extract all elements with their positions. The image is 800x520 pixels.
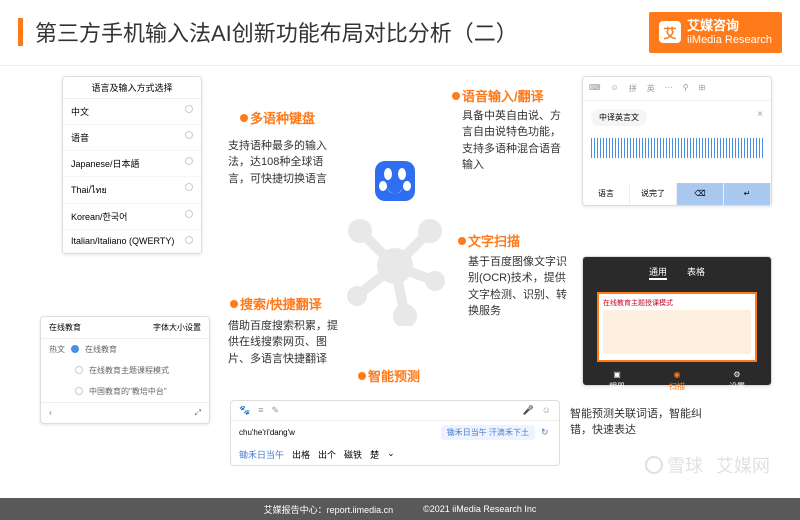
diagram-stage: 多语种键盘 支持语种最多的输入法，达108种全球语言，可快捷切换语言 语音输入/… (0, 66, 800, 506)
feature-desc-voice: 具备中英自由说、方言自由说特色功能，支持多语种混合语音输入 (462, 108, 562, 174)
source-text: 艾媒报告中心：report.iimedia.cn (264, 503, 394, 516)
candidate[interactable]: 出个 (318, 448, 336, 461)
header: 第三方手机输入法AI创新功能布局对比分析（二） 艾 艾媒咨询 iiMedia R… (0, 0, 800, 66)
scan-button[interactable]: ◉扫描 (669, 370, 685, 392)
voice-icon[interactable]: 🎤 (523, 405, 534, 416)
expand-icon[interactable]: ⌄ (387, 448, 395, 461)
waveform (591, 138, 763, 158)
close-icon[interactable]: × (757, 109, 763, 120)
tab-pinyin[interactable]: 拼 (629, 83, 637, 94)
lang-row[interactable]: Italian/Italiano (QWERTY) (63, 230, 201, 253)
baidu-mini-icon[interactable]: 🐾 (239, 405, 250, 416)
dot-icon (452, 92, 460, 100)
ocr-tab-table[interactable]: 表格 (687, 265, 705, 280)
voice-panel: ⌨ ☺ 拼 英 ⋯ ⚲ ⊞ 中译英言文 × 语言 说完了 ⌫ ↵ (582, 76, 772, 206)
panel-header: 语言及输入方式选择 (63, 77, 201, 99)
ime-candidate-bar: 🐾 ≡ ✎ 🎤 ☺ chu'he'ri'dang'w 锄禾日当午 汗滴禾下土 ↻… (230, 400, 560, 466)
footer: 艾媒报告中心：report.iimedia.cn ©2021 iiMedia R… (0, 498, 800, 520)
album-icon: ▣ (613, 370, 621, 379)
baidu-logo-icon (370, 156, 420, 206)
lang-row[interactable]: 中文 (63, 99, 201, 125)
lang-row[interactable]: Japanese/日本語 (63, 151, 201, 177)
hub-graphic (345, 206, 445, 326)
mic-icon[interactable]: ⋯ (665, 83, 673, 94)
lang-row[interactable]: 语音 (63, 125, 201, 151)
feature-title-multilang: 多语种键盘 (250, 108, 315, 127)
brand-logo: 艾 艾媒咨询 iiMedia Research (649, 12, 782, 53)
accent-bar (18, 18, 23, 46)
candidate[interactable]: 楚 (370, 448, 379, 461)
dot-icon (230, 300, 238, 308)
page-title: 第三方手机输入法AI创新功能布局对比分析（二） (35, 16, 649, 48)
more-icon[interactable]: ⊞ (699, 83, 706, 94)
gear-icon: ⚙ (733, 370, 740, 379)
ocr-panel: 通用 表格 在线教育主题授课模式 ▣相册 ◉扫描 ⚙设置 (582, 256, 772, 386)
feature-desc-search: 借助百度搜索积累，提供在线搜索网页、图片、多语言快捷翻译 (228, 318, 338, 368)
dot-icon (458, 237, 466, 245)
radio-icon[interactable] (75, 366, 83, 374)
suggestion-chip[interactable]: 锄禾日当午 汗滴禾下土 (441, 425, 535, 440)
keyboard-icon[interactable]: ⌨ (589, 83, 601, 94)
radio-icon[interactable] (71, 345, 79, 353)
emoji-icon[interactable]: ☺ (611, 83, 619, 94)
copyright-text: ©2021 iiMedia Research Inc (423, 504, 536, 514)
refresh-icon[interactable]: ↻ (541, 427, 551, 437)
lang-button[interactable]: 语言 (583, 183, 630, 205)
feature-title-search: 搜索/快捷翻译 (240, 294, 322, 313)
album-button[interactable]: ▣相册 (609, 370, 625, 392)
candidate[interactable]: 磁铁 (344, 448, 362, 461)
feature-title-predict: 智能预测 (368, 366, 420, 385)
feature-title-ocr: 文字扫描 (468, 231, 520, 250)
back-icon[interactable]: ‹ (49, 408, 52, 417)
dot-icon (358, 372, 366, 380)
language-panel: 语言及输入方式选择 中文 语音 Japanese/日本語 Thai/ไทย Ko… (62, 76, 202, 254)
feature-desc-predict: 智能预测关联词语，智能纠错，快速表达 (570, 406, 720, 439)
feature-title-voice: 语音输入/翻译 (462, 86, 544, 105)
watermark: 雪球 艾媒网 (645, 452, 770, 478)
edit-icon[interactable]: ✎ (271, 405, 279, 416)
pinyin-input: chu'he'ri'dang'w (239, 428, 435, 437)
menu-icon[interactable]: ≡ (258, 405, 263, 415)
ocr-tab-general[interactable]: 通用 (649, 265, 667, 280)
tab-english[interactable]: 英 (647, 83, 655, 94)
ocr-capture-frame: 在线教育主题授课模式 (597, 292, 757, 362)
search-icon[interactable]: ⚲ (683, 83, 689, 94)
expand-icon[interactable]: ⤢ (195, 408, 201, 418)
scan-icon: ◉ (674, 370, 681, 379)
lang-row[interactable]: Korean/한국어 (63, 204, 201, 230)
search-panel: 在线教育字体大小设置 热文在线教育 在线教育主题课程模式 中国教育的"教培中台"… (40, 316, 210, 424)
candidate[interactable]: 出格 (292, 448, 310, 461)
action-button[interactable]: ⌫ (677, 183, 724, 205)
translation-mode-pill[interactable]: 中译英言文 (591, 109, 647, 126)
dot-icon (240, 114, 248, 122)
radio-icon[interactable] (75, 387, 83, 395)
feature-desc-multilang: 支持语种最多的输入法，达108种全球语言，可快捷切换语言 (228, 138, 338, 188)
settings-button[interactable]: ⚙设置 (729, 370, 745, 392)
done-button[interactable]: 说完了 (630, 183, 677, 205)
lang-row[interactable]: Thai/ไทย (63, 177, 201, 204)
emoji-icon[interactable]: ☺ (542, 405, 551, 415)
logo-icon: 艾 (659, 21, 681, 43)
feature-desc-ocr: 基于百度图像文字识别(OCR)技术，提供文字检测、识别、转换服务 (468, 254, 568, 320)
candidate[interactable]: 锄禾日当午 (239, 448, 284, 461)
action-button[interactable]: ↵ (724, 183, 771, 205)
